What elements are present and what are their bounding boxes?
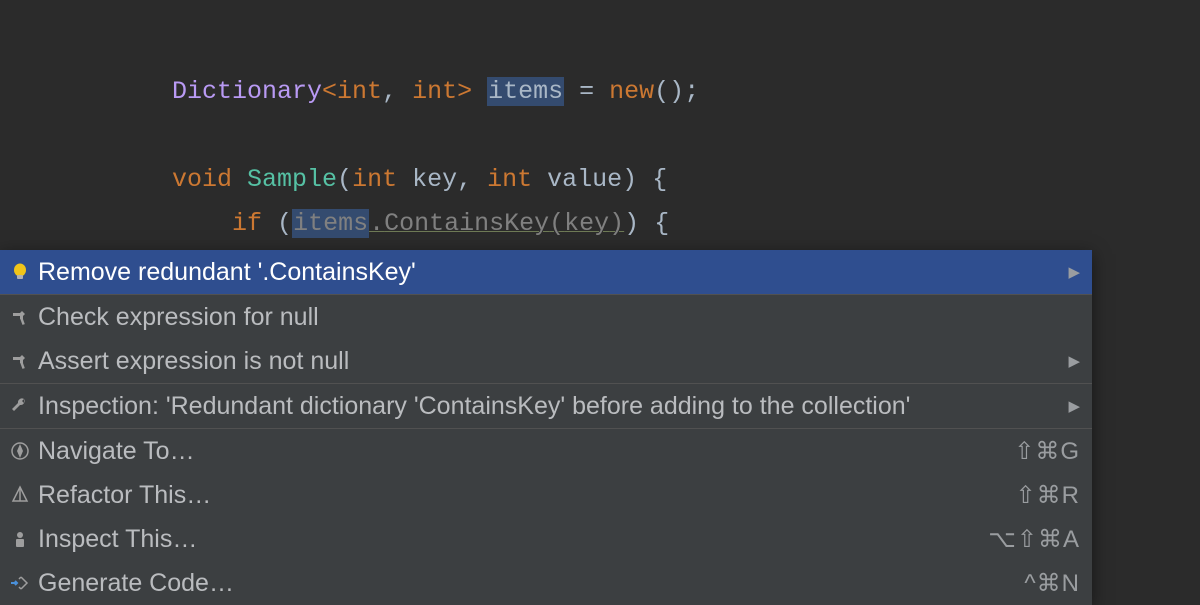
paren-close: ) bbox=[624, 209, 639, 238]
code-editor[interactable]: Dictionary<int, int> items = new(); void… bbox=[0, 0, 1200, 246]
menu-item-remove-redundant[interactable]: Remove redundant '.ContainsKey' ▶ bbox=[0, 250, 1092, 294]
brace-open: { bbox=[654, 209, 669, 238]
paren-open: ( bbox=[337, 165, 352, 194]
param-value: value bbox=[547, 165, 622, 194]
submenu-arrow-icon: ▶ bbox=[1068, 263, 1080, 281]
angle-close: > bbox=[457, 77, 472, 106]
quick-fix-menu: Remove redundant '.ContainsKey' ▶ Check … bbox=[0, 250, 1092, 605]
menu-item-assert-not-null[interactable]: Assert expression is not null ▶ bbox=[0, 339, 1092, 383]
angle-open: < bbox=[322, 77, 337, 106]
menu-item-refactor-this[interactable]: Refactor This… ⇧⌘R bbox=[0, 473, 1092, 517]
menu-label: Inspect This… bbox=[38, 525, 988, 554]
menu-label: Assert expression is not null bbox=[38, 347, 1058, 376]
menu-item-generate-code[interactable]: Generate Code… ^⌘N bbox=[0, 561, 1092, 605]
menu-shortcut: ⌥⇧⌘A bbox=[988, 525, 1080, 554]
compass-icon bbox=[8, 439, 32, 463]
type-int: int bbox=[487, 165, 532, 194]
type-int: int bbox=[412, 77, 457, 106]
space bbox=[262, 209, 277, 238]
menu-shortcut: ^⌘N bbox=[1024, 569, 1080, 598]
generate-icon bbox=[8, 571, 32, 595]
refactor-icon bbox=[8, 483, 32, 507]
keyword-void: void bbox=[172, 165, 232, 194]
hammer-icon bbox=[8, 349, 32, 373]
equals: = bbox=[564, 77, 609, 106]
paren-open: ( bbox=[549, 209, 564, 238]
lightbulb-icon bbox=[8, 260, 32, 284]
menu-label: Check expression for null bbox=[38, 303, 1080, 332]
comma: , bbox=[457, 165, 487, 194]
code-line-2: void Sample(int key, int value) { bbox=[172, 158, 1200, 202]
parens: () bbox=[654, 77, 684, 106]
menu-item-inspection[interactable]: Inspection: 'Redundant dictionary 'Conta… bbox=[0, 384, 1092, 428]
type-int: int bbox=[352, 165, 397, 194]
paren-close: ) bbox=[622, 165, 637, 194]
code-line-1: Dictionary<int, int> items = new(); bbox=[172, 70, 1200, 114]
arg-key: key bbox=[564, 209, 609, 238]
dot: . bbox=[369, 209, 384, 238]
menu-label: Refactor This… bbox=[38, 481, 1016, 510]
identifier-items: items bbox=[292, 209, 369, 238]
submenu-arrow-icon: ▶ bbox=[1068, 352, 1080, 370]
menu-label: Inspection: 'Redundant dictionary 'Conta… bbox=[38, 392, 1058, 421]
identifier-items: items bbox=[487, 77, 564, 106]
submenu-arrow-icon: ▶ bbox=[1068, 397, 1080, 415]
menu-shortcut: ⇧⌘G bbox=[1014, 437, 1080, 466]
menu-label: Generate Code… bbox=[38, 569, 1024, 598]
space bbox=[232, 165, 247, 194]
param-key: key bbox=[412, 165, 457, 194]
method-name: Sample bbox=[247, 165, 337, 194]
code-line-3: if (items.ContainsKey(key)) { bbox=[172, 202, 1200, 246]
menu-shortcut: ⇧⌘R bbox=[1016, 481, 1080, 510]
hammer-icon bbox=[8, 305, 32, 329]
method-containskey: ContainsKey bbox=[384, 209, 549, 238]
space bbox=[637, 165, 652, 194]
brace-open: { bbox=[652, 165, 667, 194]
space bbox=[397, 165, 412, 194]
keyword-new: new bbox=[609, 77, 654, 106]
keyword-if: if bbox=[232, 209, 262, 238]
menu-label: Remove redundant '.ContainsKey' bbox=[38, 258, 1058, 287]
comma: , bbox=[382, 77, 412, 106]
menu-item-check-null[interactable]: Check expression for null bbox=[0, 295, 1092, 339]
wrench-icon bbox=[8, 394, 32, 418]
inspect-icon bbox=[8, 527, 32, 551]
space bbox=[472, 77, 487, 106]
code-line-blank bbox=[172, 114, 1200, 158]
menu-item-navigate-to[interactable]: Navigate To… ⇧⌘G bbox=[0, 429, 1092, 473]
indent bbox=[172, 209, 232, 238]
space bbox=[532, 165, 547, 194]
menu-label: Navigate To… bbox=[38, 437, 1014, 466]
paren-open: ( bbox=[277, 209, 292, 238]
semicolon: ; bbox=[684, 77, 699, 106]
menu-item-inspect-this[interactable]: Inspect This… ⌥⇧⌘A bbox=[0, 517, 1092, 561]
paren-close: ) bbox=[609, 209, 624, 238]
type-int: int bbox=[337, 77, 382, 106]
space bbox=[639, 209, 654, 238]
type-dictionary: Dictionary bbox=[172, 77, 322, 106]
